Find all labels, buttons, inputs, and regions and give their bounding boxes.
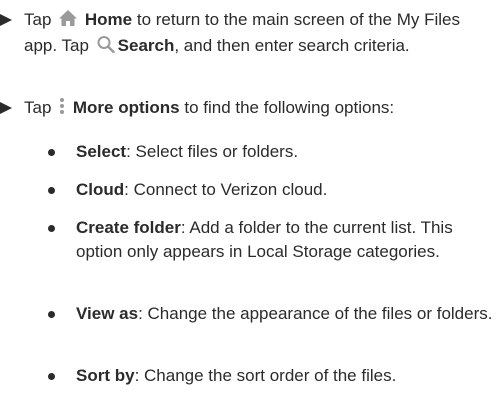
more-options-icon bbox=[58, 97, 66, 122]
search-icon bbox=[96, 35, 116, 60]
home-search-text: Tap Home to return to the main screen of… bbox=[24, 8, 494, 60]
arrow-bullet-icon bbox=[0, 102, 12, 114]
home-label: Home bbox=[84, 10, 133, 29]
bullet-dot bbox=[48, 373, 55, 380]
more-options-paragraph: Tap More options to find the following o… bbox=[0, 96, 500, 122]
home-search-paragraph: Tap Home to return to the main screen of… bbox=[0, 8, 500, 60]
bullet-dot bbox=[48, 311, 55, 318]
option-label: View as bbox=[76, 304, 139, 323]
more-options-description: to find the following options: bbox=[184, 98, 395, 117]
option-description: : Select files or folders. bbox=[126, 142, 299, 161]
tap-text: Tap bbox=[24, 98, 52, 117]
option-label: Cloud bbox=[76, 180, 125, 199]
more-options-text: Tap More options to find the following o… bbox=[24, 96, 494, 122]
tap-text: Tap bbox=[24, 10, 52, 29]
list-item-view-as: View as: Change the appearance of the fi… bbox=[48, 302, 500, 326]
option-description: : Change the appearance of the files or … bbox=[138, 304, 493, 323]
option-label: Select bbox=[76, 142, 127, 161]
document-page: Tap Home to return to the main screen of… bbox=[0, 0, 504, 396]
list-item-sort-by: Sort by: Change the sort order of the fi… bbox=[48, 364, 500, 388]
list-item-select: Select: Select files or folders. bbox=[48, 140, 500, 164]
bullet-dot bbox=[48, 225, 55, 232]
option-label: Sort by bbox=[76, 366, 135, 385]
search-description: , and then enter search criteria. bbox=[174, 36, 410, 55]
option-description: : Connect to Verizon cloud. bbox=[124, 180, 328, 199]
list-item-create-folder: Create folder: Add a folder to the curre… bbox=[48, 216, 500, 264]
option-label: Create folder bbox=[76, 218, 181, 237]
option-description: : Change the sort order of the files. bbox=[134, 366, 397, 385]
bullet-dot bbox=[48, 149, 55, 156]
bullet-dot bbox=[48, 187, 55, 194]
arrow-bullet-icon bbox=[0, 14, 12, 26]
more-options-label: More options bbox=[72, 98, 180, 117]
search-label: Search bbox=[117, 36, 175, 55]
list-item-cloud: Cloud: Connect to Verizon cloud. bbox=[48, 178, 500, 202]
home-icon bbox=[58, 9, 78, 34]
